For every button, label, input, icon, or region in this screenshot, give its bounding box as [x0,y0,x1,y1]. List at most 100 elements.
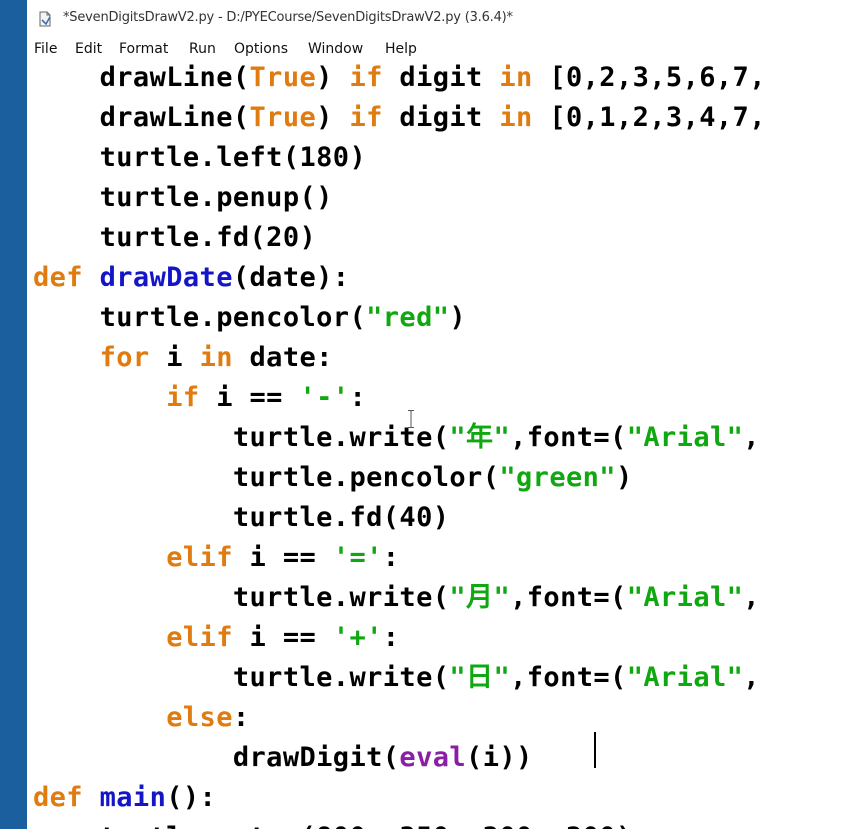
code-token: drawDate [99,262,233,293]
code-token: if [166,382,200,413]
code-token: (date): [232,262,350,293]
menu-options[interactable]: Options [234,41,288,57]
code-token: digit [382,62,500,93]
code-token: : [382,622,400,653]
code-token: i == [232,622,333,653]
code-line[interactable]: def main(): [33,778,216,818]
text-cursor-icon [408,410,414,428]
code-line[interactable]: turtle.pencolor("green") [33,458,633,498]
code-token: "Arial" [626,662,744,693]
code-token: ) [615,462,633,493]
menu-file[interactable]: File [34,41,57,57]
code-line[interactable]: elif i == '=': [33,538,399,578]
code-token: turtle.write( [33,662,450,693]
code-line[interactable]: turtle.pencolor("red") [33,298,466,338]
code-token: '-' [299,382,350,413]
code-token: drawLine( [33,102,250,133]
code-token: turtle.fd(40) [33,502,450,533]
code-token: "red" [366,302,450,333]
code-token: turtle.fd(20) [33,222,317,253]
code-token: for [99,342,150,373]
code-token: date: [232,342,333,373]
code-line[interactable]: drawLine(True) if digit in [0,2,3,5,6,7, [33,58,766,98]
text-caret [594,732,596,768]
code-token: "Arial" [626,582,744,613]
code-token: ,font=( [510,422,627,453]
python-file-icon [39,11,51,27]
code-token: if [349,62,383,93]
code-token: : [349,382,367,413]
code-token: elif [166,622,233,653]
code-token: turtle.penup() [33,182,333,213]
code-token: ) [449,302,467,333]
code-token: : [382,542,400,573]
code-token: digit [382,102,500,133]
code-token: [0,2,3,5,6,7, [532,62,766,93]
code-token: "年" [449,422,511,453]
code-token: , [743,422,760,453]
menu-help[interactable]: Help [385,41,417,57]
code-line[interactable]: elif i == '+': [33,618,399,658]
code-line[interactable]: turtle.left(180) [33,138,366,178]
code-token: ) [316,102,350,133]
code-token: turtle.pencolor( [33,462,500,493]
code-token: '+' [332,622,383,653]
code-token: ,font=( [510,582,627,613]
code-token: (i)) [466,742,533,773]
idle-editor-window: *SevenDigitsDrawV2.py - D:/PYECourse/Sev… [27,0,850,829]
code-token: ) [316,62,350,93]
code-line[interactable]: turtle.write("月",font=("Arial", [33,578,760,618]
code-line[interactable]: turtle.fd(20) [33,218,316,258]
code-token: '=' [332,542,383,573]
title-bar: *SevenDigitsDrawV2.py - D:/PYECourse/Sev… [27,0,850,38]
code-token: i [149,342,200,373]
menu-window[interactable]: Window [308,41,363,57]
code-token: in [199,342,233,373]
code-line[interactable]: else: [33,698,250,738]
code-line[interactable]: drawDigit(eval(i)) [33,738,533,778]
code-token: elif [166,542,233,573]
code-token: eval [399,742,467,773]
code-line[interactable]: turtle.write("年",font=("Arial", [33,418,760,458]
code-line[interactable]: def drawDate(date): [33,258,349,298]
code-line[interactable]: drawLine(True) if digit in [0,1,2,3,4,7, [33,98,766,138]
code-token: i == [199,382,300,413]
code-token: (): [166,782,217,813]
code-line[interactable]: for i in date: [33,338,333,378]
code-token: turtle.write( [33,422,450,453]
code-line[interactable]: if i == '-': [33,378,366,418]
code-token: main [99,782,167,813]
code-line[interactable]: turtle.penup() [33,178,333,218]
code-token: def [33,782,83,813]
code-token: True [249,102,317,133]
code-line[interactable]: turtle.setup(800, 350, 200, 200) [33,818,633,829]
code-token: turtle.pencolor( [33,302,367,333]
code-token: turtle.write( [33,582,450,613]
code-token: drawLine( [33,62,250,93]
code-line[interactable]: turtle.fd(40) [33,498,449,538]
code-token: "日" [449,662,511,693]
menu-run[interactable]: Run [189,41,216,57]
menu-format[interactable]: Format [119,41,168,57]
code-token: , [743,662,760,693]
code-token: True [249,62,317,93]
code-token: else [166,702,233,733]
code-token: "Arial" [626,422,744,453]
menu-edit[interactable]: Edit [75,41,102,57]
code-token: : [232,702,250,733]
code-token: in [499,62,533,93]
code-token: [0,1,2,3,4,7, [532,102,766,133]
window-title: *SevenDigitsDrawV2.py - D:/PYECourse/Sev… [63,10,513,25]
code-token: ,font=( [510,662,627,693]
code-token: drawDigit( [33,742,400,773]
code-token: turtle.setup(800, 350, 200, 200) [33,822,633,829]
code-token: turtle.left(180) [33,142,367,173]
code-editor[interactable]: drawLine(True) if digit in [0,2,3,5,6,7,… [27,58,850,829]
code-line[interactable]: turtle.write("日",font=("Arial", [33,658,760,698]
code-token: , [743,582,760,613]
